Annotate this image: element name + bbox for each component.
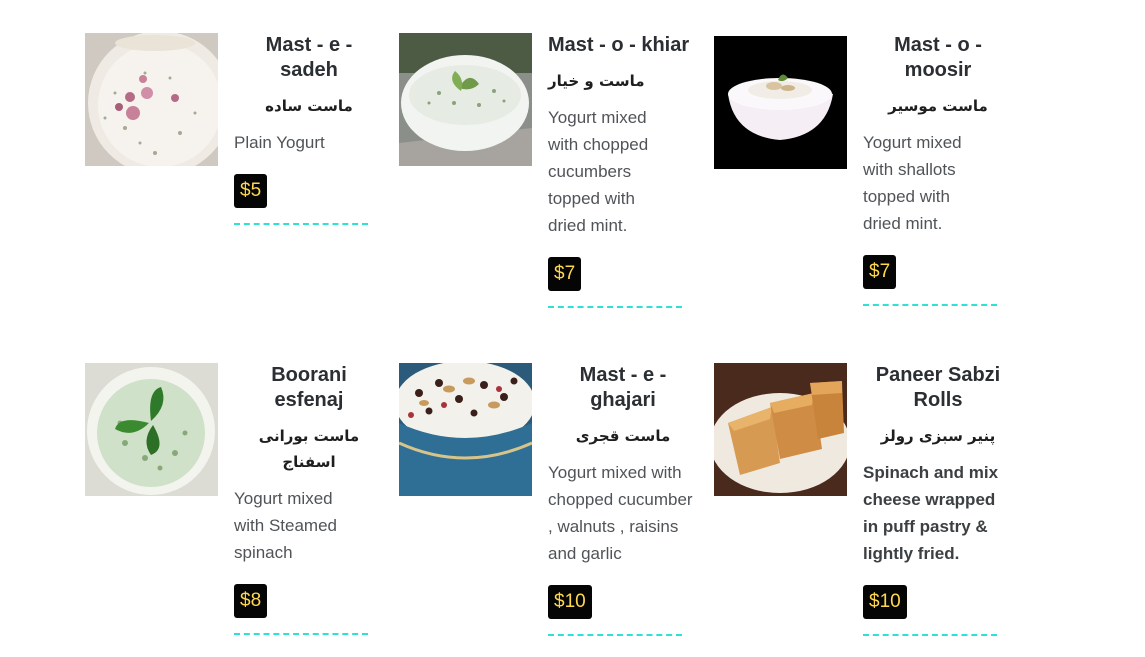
menu-item-image [714, 36, 847, 169]
menu-item-title: Mast - e - sadeh [265, 34, 353, 81]
menu-item-info: Paneer Sabzi Rolls پنیر سبزی رولز Spinac… [863, 363, 1013, 636]
menu-item-title: Mast - e - ghajari [579, 364, 667, 411]
menu-item-farsi-title: ماست بورانی اسفناج [258, 427, 360, 471]
menu-item-title: Paneer Sabzi Rolls [875, 364, 1001, 411]
menu-item-price: $10 [863, 585, 907, 619]
menu-item-image [85, 363, 218, 496]
menu-item-divider [234, 223, 368, 225]
menu-item-info: Mast - e - ghajari ماست قجری Yogurt mixe… [548, 363, 698, 636]
menu-item-description: Plain Yogurt [234, 133, 325, 152]
menu-item-farsi-title: ماست ساده [265, 97, 353, 115]
menu-item-image [85, 33, 218, 166]
menu-item-price: $7 [548, 257, 582, 291]
menu-item-divider [863, 634, 997, 636]
menu-item-farsi-title: ماست موسیر [888, 97, 988, 115]
menu-item-title: Boorani esfenaj [271, 364, 347, 411]
menu-item-info: Boorani esfenaj ماست بورانی اسفناج Yogur… [234, 363, 384, 635]
menu-item-divider [234, 633, 368, 635]
menu-item-title: Mast - o - khiar [548, 34, 690, 56]
menu-item-info: Mast - e - sadeh ماست ساده Plain Yogurt … [234, 33, 384, 225]
menu-item-farsi-title: ماست و خیار [548, 72, 645, 90]
menu-item-price: $10 [548, 585, 592, 619]
menu-item-description: Yogurt mixed with Steamed spinach [234, 489, 337, 562]
menu-item-image [714, 363, 847, 496]
menu-item-price: $5 [234, 174, 268, 208]
menu-item-description: Yogurt mixed with chopped cucumber , wal… [548, 463, 693, 563]
menu-item-description: Yogurt mixed with shallots topped with d… [863, 133, 962, 233]
menu-item-farsi-title: پنیر سبزی رولز [880, 427, 996, 445]
menu-item-divider [548, 634, 682, 636]
menu-item-info: Mast - o - moosir ماست موسیر Yogurt mixe… [863, 33, 1013, 306]
menu-item-description: Spinach and mix cheese wrapped in puff p… [863, 463, 999, 563]
menu-item-divider [548, 306, 682, 308]
menu-item-farsi-title: ماست قجری [575, 427, 671, 445]
menu-item-info: Mast - o - khiar ماست و خیار Yogurt mixe… [548, 33, 698, 308]
menu-item-description: Yogurt mixed with chopped cucumbers topp… [548, 108, 649, 235]
menu-item-divider [863, 304, 997, 306]
menu-item-price: $8 [234, 584, 268, 618]
menu-item-title: Mast - o - moosir [894, 34, 982, 81]
menu-item-price: $7 [863, 255, 897, 289]
menu-item-image [399, 33, 532, 166]
menu-item-image [399, 363, 532, 496]
